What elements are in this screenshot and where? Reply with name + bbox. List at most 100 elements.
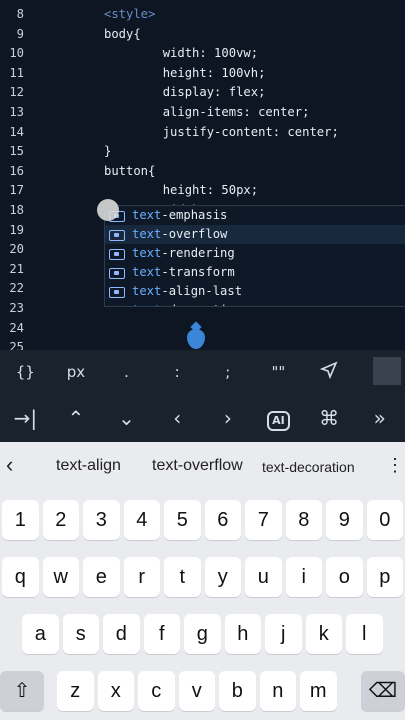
line-number: 21: [9, 261, 24, 276]
key-5[interactable]: 5: [164, 500, 201, 540]
symbol-key[interactable]: "": [253, 363, 304, 381]
code-line[interactable]: 15}: [0, 142, 405, 162]
key-l[interactable]: l: [346, 614, 383, 654]
autocomplete-item[interactable]: text-rendering: [105, 244, 405, 263]
symbol-toolbar: {} px.:; "": [0, 350, 405, 394]
key-p[interactable]: p: [366, 557, 403, 597]
code-text: height: 100vh;: [104, 65, 266, 80]
key-w[interactable]: w: [42, 557, 79, 597]
autocomplete-item[interactable]: text-emphasis: [105, 206, 405, 225]
code-line[interactable]: 11 height: 100vh;: [0, 64, 405, 84]
line-number: 9: [16, 26, 24, 41]
code-line[interactable]: 9 body{: [0, 25, 405, 45]
key-e[interactable]: e: [83, 557, 120, 597]
ai-button[interactable]: AI: [253, 405, 304, 431]
key-m[interactable]: m: [300, 671, 337, 711]
key-h[interactable]: h: [224, 614, 261, 654]
key-row-1: qwertyuiop: [0, 557, 405, 603]
key-c[interactable]: c: [138, 671, 175, 711]
line-number: 19: [9, 222, 24, 237]
key-y[interactable]: y: [204, 557, 241, 597]
autocomplete-item[interactable]: text-align-last: [105, 282, 405, 301]
key-b[interactable]: b: [219, 671, 256, 711]
autocomplete-item[interactable]: text-transform: [105, 263, 405, 282]
autocomplete-item[interactable]: text-decoration: [105, 301, 405, 306]
left-arrow-icon[interactable]: ‹: [152, 406, 203, 430]
autocomplete-rest: -transform: [161, 265, 235, 279]
code-line[interactable]: 16 button{: [0, 162, 405, 182]
key-j[interactable]: j: [265, 614, 302, 654]
key-f[interactable]: f: [143, 614, 180, 654]
key-t[interactable]: t: [164, 557, 201, 597]
symbol-key[interactable]: {}: [0, 363, 51, 381]
more-icon[interactable]: ⋮: [386, 455, 404, 476]
right-arrow-icon[interactable]: ›: [203, 406, 254, 430]
line-number: 16: [9, 163, 24, 178]
code-text: display: flex;: [104, 85, 266, 100]
code-text: justify-content: center;: [104, 124, 339, 139]
code-line[interactable]: 12 display: flex;: [0, 83, 405, 103]
code-line[interactable]: 17 height: 50px;: [0, 181, 405, 201]
key-4[interactable]: 4: [123, 500, 160, 540]
key-row-2: asdfghjkl: [0, 614, 405, 660]
key-x[interactable]: x: [97, 671, 134, 711]
shift-key[interactable]: ⇧: [0, 671, 44, 711]
suggestion-3[interactable]: text-decoration: [262, 459, 355, 475]
key-d[interactable]: d: [103, 614, 140, 654]
key-z[interactable]: z: [57, 671, 94, 711]
key-q[interactable]: q: [2, 557, 39, 597]
key-3[interactable]: 3: [83, 500, 120, 540]
line-number: 13: [9, 105, 24, 119]
key-r[interactable]: r: [123, 557, 160, 597]
autocomplete-rest: -emphasis: [161, 208, 228, 222]
key-g[interactable]: g: [184, 614, 221, 654]
key-row-3: z x c v b n m ⇧ ⌫: [0, 671, 405, 717]
symbol-key[interactable]: :: [152, 363, 203, 381]
suggestion-back-icon[interactable]: ‹: [6, 452, 13, 478]
autocomplete-rest: -overflow: [161, 227, 228, 241]
code-line[interactable]: 8 <style>: [0, 5, 405, 25]
key-9[interactable]: 9: [326, 500, 363, 540]
more-keys-icon[interactable]: »: [354, 406, 405, 430]
up-arrow-icon[interactable]: ⌃: [51, 406, 102, 430]
code-text: align-items: center;: [104, 105, 310, 119]
toolbar-extra-button[interactable]: [373, 357, 401, 385]
send-icon[interactable]: [304, 361, 355, 383]
symbol-key[interactable]: .: [101, 363, 152, 381]
key-7[interactable]: 7: [245, 500, 282, 540]
key-6[interactable]: 6: [204, 500, 241, 540]
down-arrow-icon[interactable]: ⌄: [101, 406, 152, 430]
suggestion-2[interactable]: text-overflow: [152, 457, 243, 475]
key-a[interactable]: a: [22, 614, 59, 654]
key-i[interactable]: i: [285, 557, 322, 597]
key-s[interactable]: s: [62, 614, 99, 654]
key-o[interactable]: o: [326, 557, 363, 597]
code-line[interactable]: 10 width: 100vw;: [0, 44, 405, 64]
tab-key-icon[interactable]: →|: [0, 406, 51, 430]
autocomplete-popup[interactable]: text-emphasis text-overflow text-rendering…: [104, 205, 405, 307]
autocomplete-item[interactable]: text-overflow: [105, 225, 405, 244]
number-row: 1234567890: [0, 500, 405, 546]
key-0[interactable]: 0: [366, 500, 403, 540]
key-8[interactable]: 8: [285, 500, 322, 540]
soft-keyboard: ‹ text-align text-overflow text-decorati…: [0, 442, 405, 720]
key-n[interactable]: n: [259, 671, 296, 711]
key-2[interactable]: 2: [42, 500, 79, 540]
autocomplete-match: text: [132, 284, 162, 298]
key-k[interactable]: k: [305, 614, 342, 654]
key-1[interactable]: 1: [2, 500, 39, 540]
code-text: <style>: [104, 7, 156, 21]
key-v[interactable]: v: [178, 671, 215, 711]
symbol-key[interactable]: px: [51, 363, 102, 381]
line-number: 22: [9, 281, 24, 296]
autocomplete-match: text: [132, 303, 161, 306]
backspace-key[interactable]: ⌫: [361, 671, 405, 711]
code-line[interactable]: 13 align-items: center;: [0, 103, 405, 123]
symbol-key[interactable]: ;: [203, 363, 254, 381]
command-icon[interactable]: ⌘: [304, 406, 355, 430]
code-line[interactable]: 14 justify-content: center;: [0, 123, 405, 143]
selection-handle[interactable]: [97, 199, 119, 221]
navigation-toolbar: →| ⌃ ⌄ ‹ › AI ⌘»: [0, 394, 405, 442]
suggestion-1[interactable]: text-align: [56, 457, 121, 475]
key-u[interactable]: u: [245, 557, 282, 597]
